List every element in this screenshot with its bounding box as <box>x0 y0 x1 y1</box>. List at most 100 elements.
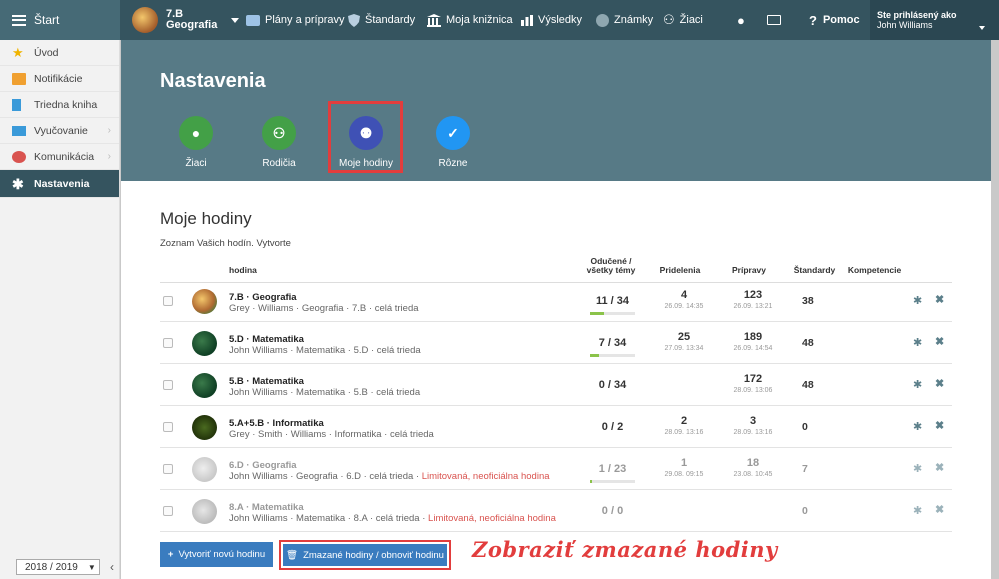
help-button[interactable]: ? Pomoc <box>809 0 860 40</box>
row-checkbox[interactable] <box>163 338 173 348</box>
preparations-count[interactable]: 3 <box>723 415 783 427</box>
messages-button[interactable]: ● <box>737 0 745 40</box>
gear-icon[interactable]: ✱ <box>913 294 922 307</box>
sidebar-item-home[interactable]: ★ Úvod <box>0 40 119 66</box>
new-lesson-button[interactable]: + Vytvoriť novú hodinu <box>160 542 273 567</box>
lesson-name[interactable]: 8.A · Matematika <box>229 502 304 513</box>
mail-icon <box>12 72 26 85</box>
check-icon: ✓ <box>436 116 470 150</box>
annotation-text: Zobraziť zmazané hodiny <box>472 537 778 562</box>
col-taught-line2: všetky témy <box>586 265 636 275</box>
lesson-name[interactable]: 7.B · Geografia <box>229 292 297 303</box>
gear-icon[interactable]: ✱ <box>913 504 922 517</box>
school-year-select[interactable]: 2018 / 2019 ▼ <box>16 559 100 575</box>
assignments-count[interactable]: 2 <box>654 415 714 427</box>
trash-icon: 🗑 <box>286 549 299 561</box>
user-menu[interactable]: Ste prihlásený ako John Williams <box>870 0 999 40</box>
limited-badge: Limitovaná, neoficiálna hodina <box>428 513 556 524</box>
gear-icon[interactable]: ✱ <box>913 462 922 475</box>
sidebar-item-teaching[interactable]: Vyučovanie › <box>0 118 119 144</box>
lesson-name[interactable]: 6.D · Geografia <box>229 460 297 471</box>
close-icon[interactable]: ✖ <box>935 335 944 348</box>
col-preparations: Prípravy <box>731 265 767 275</box>
close-icon[interactable]: ✖ <box>935 293 944 306</box>
taught-count: 1 / 23 <box>598 463 627 475</box>
assignments-count[interactable]: 1 <box>654 457 714 469</box>
row-checkbox[interactable] <box>163 506 173 516</box>
taught-count: 11 / 34 <box>595 295 630 307</box>
assignments-count[interactable]: 25 <box>654 331 714 343</box>
row-checkbox[interactable] <box>163 296 173 306</box>
table-row[interactable]: 5.D · Matematika John Williams · Matemati… <box>160 324 952 364</box>
lesson-name[interactable]: 5.A+5.B · Informatika <box>229 418 324 429</box>
preparations-date: 23.08. 10:45 <box>733 471 773 478</box>
tab-parents[interactable]: ⚇ Rodičia <box>249 116 309 169</box>
class-subject: Geografia <box>166 19 218 31</box>
settings-header: Nastavenia ● Žiaci ⚇ Rodičia ⚉ Moje hodi… <box>121 40 991 181</box>
lesson-avatar <box>192 499 217 524</box>
user-name: John Williams <box>877 20 933 30</box>
gear-icon[interactable]: ✱ <box>913 336 922 349</box>
nav-students[interactable]: ⚇ Žiaci <box>663 0 703 40</box>
row-checkbox[interactable] <box>163 422 173 432</box>
gear-icon[interactable]: ✱ <box>913 378 922 391</box>
folder-icon <box>246 14 260 26</box>
assignments-date: 27.09. 13:34 <box>664 345 704 352</box>
nav-library[interactable]: Moja knižnica <box>427 0 513 40</box>
preparations-count[interactable]: 172 <box>723 373 783 385</box>
gear-icon: ✱ <box>12 175 24 192</box>
class-avatar <box>132 7 158 33</box>
class-selector[interactable]: 7.B Geografia <box>132 0 240 40</box>
row-checkbox[interactable] <box>163 464 173 474</box>
tab-label: Rôzne <box>438 158 468 169</box>
hamburger-icon <box>12 14 26 26</box>
sidebar-item-settings[interactable]: ✱ Nastavenia <box>0 170 119 198</box>
sidebar-item-classbook[interactable]: Triedna kniha <box>0 92 119 118</box>
table-row[interactable]: 5.A+5.B · Informatika Grey · Smith · Will… <box>160 408 952 448</box>
sidebar-item-label: Notifikácie <box>34 72 83 85</box>
table-row[interactable]: 5.B · Matematika John Williams · Matemati… <box>160 366 952 406</box>
lesson-name[interactable]: 5.D · Matematika <box>229 334 304 345</box>
start-menu-button[interactable]: Štart <box>0 0 120 40</box>
student-icon: ● <box>179 116 213 150</box>
nav-plans[interactable]: Plány a prípravy <box>246 0 344 40</box>
assignments-count[interactable]: 4 <box>654 289 714 301</box>
sidebar-item-communication[interactable]: Komunikácia › <box>0 144 119 170</box>
col-standards: Štandardy <box>793 265 836 275</box>
nav-results-label: Výsledky <box>538 14 583 26</box>
row-checkbox[interactable] <box>163 380 173 390</box>
lesson-detail: Grey · Williams · Geografia · 7.B · celá… <box>229 303 419 314</box>
standards-count: 48 <box>802 337 814 349</box>
nav-students-label: Žiaci <box>679 14 703 26</box>
table-row[interactable]: 7.B · Geografia Grey · Williams · Geograf… <box>160 282 952 322</box>
close-icon[interactable]: ✖ <box>935 419 944 432</box>
tab-students[interactable]: ● Žiaci <box>166 116 226 169</box>
preparations-count[interactable]: 189 <box>723 331 783 343</box>
section-subtitle: Zoznam Vašich hodín. Vytvorte <box>160 238 291 249</box>
preparations-count[interactable]: 123 <box>723 289 783 301</box>
preparations-count[interactable]: 18 <box>723 457 783 469</box>
nav-standards[interactable]: Štandardy <box>348 0 415 40</box>
deleted-lessons-button[interactable]: 🗑 Zmazané hodiny / obnoviť hodinu <box>283 544 447 566</box>
sidebar-item-notifications[interactable]: Notifikácie <box>0 66 119 92</box>
lesson-detail: John Williams · Matematika · 5.B · celá … <box>229 387 420 398</box>
sidebar-item-label: Úvod <box>34 46 59 59</box>
shield-icon <box>348 13 360 27</box>
help-label: Pomoc <box>822 14 860 26</box>
table-row[interactable]: 8.A · Matematika John Williams · Matemati… <box>160 492 952 532</box>
close-icon[interactable]: ✖ <box>935 377 944 390</box>
mail-button[interactable] <box>767 0 781 40</box>
table-row[interactable]: 6.D · Geografia John Williams · Geografia… <box>160 450 952 490</box>
lesson-name[interactable]: 5.B · Matematika <box>229 376 304 387</box>
taught-progress-bar <box>590 480 635 483</box>
gear-icon[interactable]: ✱ <box>913 420 922 433</box>
taught-count: 0 / 2 <box>601 421 624 433</box>
nav-grades[interactable]: Známky <box>596 0 653 40</box>
nav-results[interactable]: Výsledky <box>521 0 582 40</box>
chevron-right-icon: › <box>107 151 111 162</box>
tab-misc[interactable]: ✓ Rôzne <box>423 116 483 169</box>
close-icon[interactable]: ✖ <box>935 503 944 516</box>
standards-count: 38 <box>802 295 814 307</box>
close-icon[interactable]: ✖ <box>935 461 944 474</box>
collapse-sidebar-icon[interactable]: ‹ <box>110 560 114 574</box>
